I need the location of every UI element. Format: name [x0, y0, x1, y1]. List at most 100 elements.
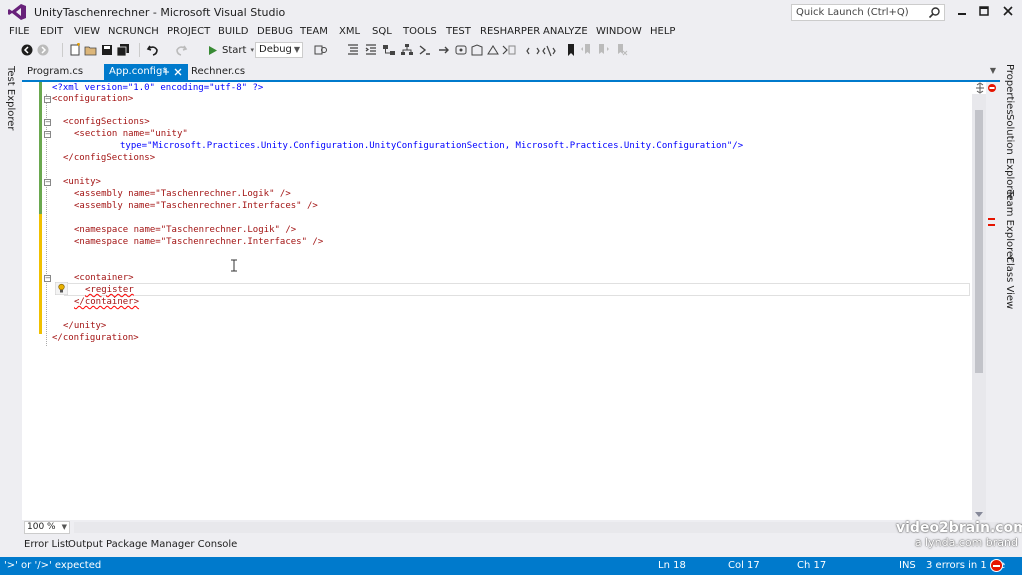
- menu-file[interactable]: FILE: [9, 26, 30, 37]
- indent-icon[interactable]: [364, 43, 378, 57]
- bookmark-icon[interactable]: [564, 43, 578, 57]
- zoom-select[interactable]: 100 % ▼: [24, 521, 70, 534]
- menu-team[interactable]: TEAM: [300, 26, 328, 37]
- xslt-icon[interactable]: [418, 43, 432, 57]
- outline-icon[interactable]: [346, 43, 360, 57]
- close-button[interactable]: [994, 2, 1022, 20]
- menu-xml[interactable]: XML: [339, 26, 360, 37]
- menu-edit[interactable]: EDIT: [40, 26, 63, 37]
- split-icon[interactable]: [974, 82, 998, 94]
- navigate-icon[interactable]: [438, 43, 452, 57]
- fold-toggle[interactable]: −: [44, 96, 51, 103]
- next-bookmark-icon[interactable]: [596, 43, 610, 57]
- back-icon[interactable]: [20, 43, 34, 57]
- menu-view[interactable]: VIEW: [74, 26, 100, 37]
- error-marker: [988, 224, 995, 226]
- configuration-value: Debug: [259, 44, 292, 55]
- menu-project[interactable]: PROJECT: [167, 26, 210, 37]
- horizontal-scrollbar[interactable]: [74, 522, 998, 533]
- window-title: UnityTaschenrechner - Microsoft Visual S…: [34, 6, 286, 19]
- code-line-21: </configuration>: [52, 333, 139, 343]
- code-text[interactable]: <?xml version="1.0" encoding="utf-8" ?> …: [22, 82, 970, 520]
- solution-configuration-select[interactable]: Debug ▼: [255, 42, 303, 58]
- menu-ncrunch[interactable]: NCRUNCH: [108, 26, 159, 37]
- comment-icon[interactable]: [526, 43, 540, 57]
- open-file-icon[interactable]: [84, 43, 98, 57]
- visual-studio-logo-icon: [8, 4, 26, 20]
- menu-resharper[interactable]: RESHARPER: [480, 26, 540, 37]
- left-tool-strip: Test Explorer: [0, 62, 22, 540]
- code-line-17: <register: [85, 285, 134, 295]
- menu-debug[interactable]: DEBUG: [257, 26, 293, 37]
- toolbar-separator: [62, 43, 63, 57]
- scroll-down-icon[interactable]: [975, 512, 983, 518]
- vertical-scrollbar[interactable]: [972, 94, 986, 520]
- quick-launch-input[interactable]: [792, 5, 922, 20]
- tab-program-cs[interactable]: Program.cs: [22, 64, 88, 80]
- team-explorer-tab[interactable]: Team Explorer: [1004, 190, 1015, 261]
- redo-icon[interactable]: [174, 43, 188, 57]
- error-icon[interactable]: [990, 559, 1003, 572]
- title-bar: UnityTaschenrechner - Microsoft Visual S…: [0, 0, 1022, 24]
- code-line-16: <container>: [74, 273, 134, 283]
- save-all-icon[interactable]: [116, 43, 130, 57]
- watermark-subbrand: a lynda.com brand: [914, 536, 1018, 549]
- menu-sql[interactable]: SQL: [372, 26, 392, 37]
- fold-toggle[interactable]: −: [44, 179, 51, 186]
- close-icon[interactable]: [174, 68, 182, 76]
- search-icon[interactable]: [928, 6, 941, 19]
- menu-help[interactable]: HELP: [650, 26, 675, 37]
- clear-bookmarks-icon[interactable]: [614, 43, 628, 57]
- uncomment-icon[interactable]: [542, 43, 556, 57]
- schema-set-icon[interactable]: [470, 43, 484, 57]
- menu-bar: FILE EDIT VIEW NCRUNCH PROJECT BUILD DEB…: [0, 24, 1022, 40]
- menu-window[interactable]: WINDOW: [596, 26, 642, 37]
- chevron-down-icon: ▼: [61, 523, 67, 531]
- scrollbar-thumb[interactable]: [975, 110, 983, 373]
- status-char: Ch 17: [797, 560, 827, 571]
- lightbulb-icon[interactable]: [55, 282, 68, 295]
- menu-build[interactable]: BUILD: [218, 26, 248, 37]
- code-editor[interactable]: <?xml version="1.0" encoding="utf-8" ?> …: [22, 82, 986, 520]
- xml-schema-icon[interactable]: [382, 43, 396, 57]
- code-line-5b: type="Microsoft.Practices.Unity.Configur…: [120, 141, 744, 151]
- new-project-icon[interactable]: [68, 43, 82, 57]
- fold-toggle[interactable]: −: [44, 131, 51, 138]
- solution-explorer-tab[interactable]: Solution Explorer: [1004, 114, 1015, 200]
- tab-package-manager-console[interactable]: Package Manager Console: [106, 539, 237, 550]
- create-schema-icon[interactable]: [502, 43, 516, 57]
- class-view-tab[interactable]: Class View: [1004, 256, 1015, 309]
- test-explorer-tab[interactable]: Test Explorer: [5, 66, 16, 131]
- forward-icon[interactable]: [36, 43, 50, 57]
- pin-icon[interactable]: [162, 68, 170, 76]
- tab-error-list[interactable]: Error List: [24, 539, 69, 550]
- quick-launch[interactable]: [791, 4, 945, 21]
- editor-footer: 100 % ▼: [22, 520, 1000, 535]
- error-marker: [988, 218, 995, 220]
- start-xsd-icon[interactable]: [486, 43, 500, 57]
- status-bar: '>' or '/>' expected Ln 18 Col 17 Ch 17 …: [0, 557, 1022, 575]
- properties-tab[interactable]: Properties: [1004, 64, 1015, 115]
- maximize-icon: [979, 6, 989, 16]
- menu-analyze[interactable]: ANALYZE: [543, 26, 588, 37]
- tab-output[interactable]: Output: [68, 539, 103, 550]
- tab-list-chevron-icon[interactable]: ▼: [990, 66, 996, 75]
- code-line-10: <assembly name="Taschenrechner.Interface…: [74, 201, 318, 211]
- fold-toggle[interactable]: −: [44, 275, 51, 282]
- code-line-9: <assembly name="Taschenrechner.Logik" />: [74, 189, 291, 199]
- menu-test[interactable]: TEST: [446, 26, 471, 37]
- undo-icon[interactable]: [146, 43, 160, 57]
- tab-app-config[interactable]: App.config*: [104, 64, 188, 80]
- prev-bookmark-icon[interactable]: [580, 43, 594, 57]
- start-debugging-button[interactable]: Start ▾: [208, 42, 254, 58]
- xml-tree-icon[interactable]: [400, 43, 414, 57]
- save-icon[interactable]: [100, 43, 114, 57]
- status-message: '>' or '/>' expected: [4, 560, 102, 571]
- debug-xslt-icon[interactable]: [454, 43, 468, 57]
- tab-rechner-cs[interactable]: Rechner.cs: [186, 64, 250, 80]
- menu-tools[interactable]: TOOLS: [403, 26, 437, 37]
- fold-toggle[interactable]: −: [44, 119, 51, 126]
- tab-label: Program.cs: [27, 66, 84, 77]
- start-label: Start: [222, 44, 247, 56]
- find-in-files-icon[interactable]: [314, 43, 328, 57]
